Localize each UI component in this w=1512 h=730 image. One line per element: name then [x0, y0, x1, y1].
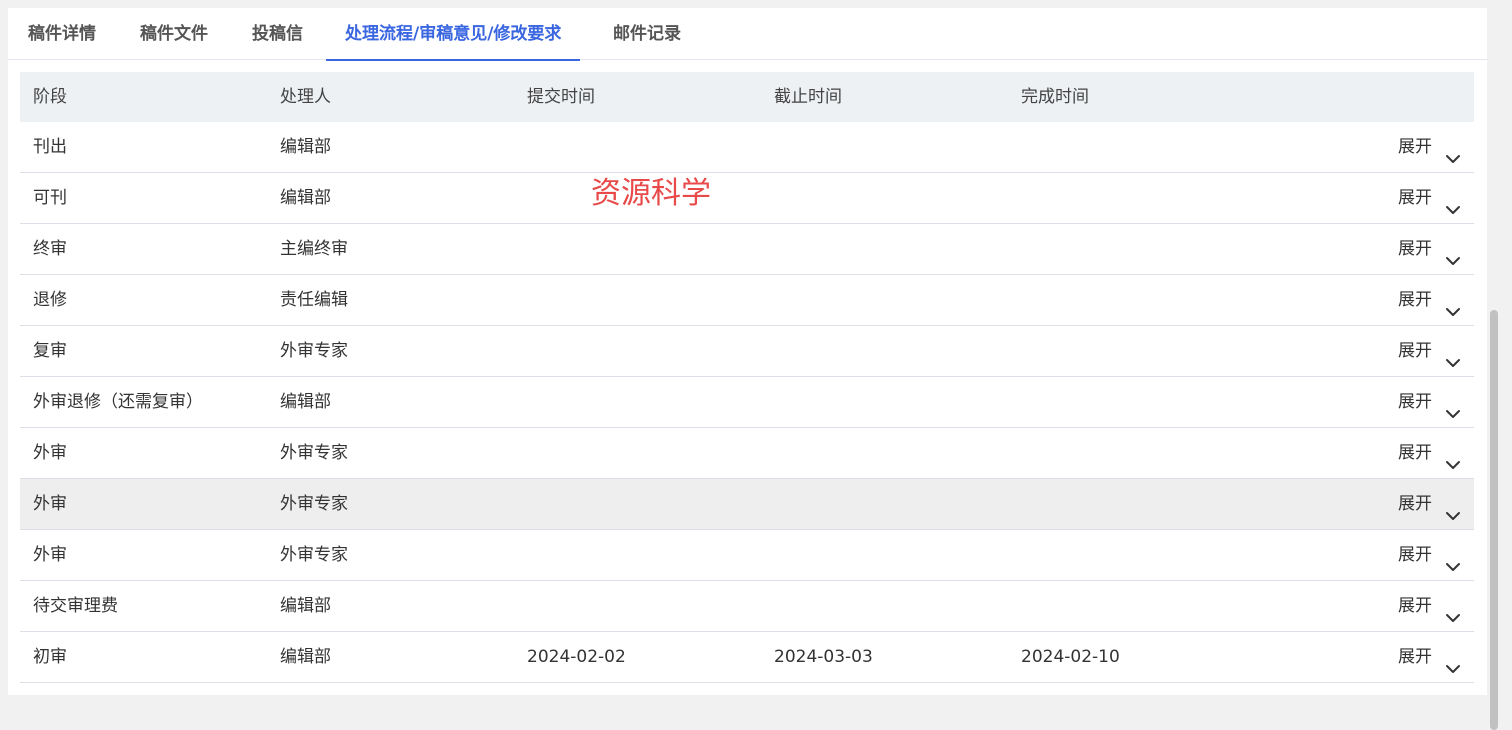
expand-button[interactable]: 展开	[1398, 122, 1462, 172]
cell-handler: 外审专家	[280, 494, 348, 514]
tab-process-review[interactable]: 处理流程/审稿意见/修改要求	[325, 8, 581, 61]
cell-stage: 外审退修（还需复审）	[33, 392, 203, 412]
chevron-down-icon	[1444, 342, 1462, 367]
table-row[interactable]: 外审 外审专家 展开	[20, 479, 1474, 530]
expand-button[interactable]: 展开	[1398, 326, 1462, 376]
cell-handler: 主编终审	[280, 239, 348, 259]
tab-bar: 稿件详情 稿件文件 投稿信 处理流程/审稿意见/修改要求 邮件记录	[8, 8, 1487, 61]
header-completed: 完成时间	[1021, 87, 1089, 107]
vertical-scrollbar[interactable]	[1490, 310, 1498, 730]
table-row[interactable]: 可刊 编辑部 展开	[20, 173, 1474, 224]
chevron-down-icon	[1444, 495, 1462, 520]
cell-handler: 编辑部	[280, 188, 331, 208]
expand-button[interactable]: 展开	[1398, 581, 1462, 631]
cell-stage: 可刊	[33, 188, 67, 208]
cell-handler: 外审专家	[280, 341, 348, 361]
expand-label: 展开	[1398, 545, 1432, 565]
manuscript-panel: 稿件详情 稿件文件 投稿信 处理流程/审稿意见/修改要求 邮件记录 阶段 处理人…	[8, 8, 1487, 695]
table-row[interactable]: 外审退修（还需复审） 编辑部 展开	[20, 377, 1474, 428]
header-deadline: 截止时间	[774, 87, 842, 107]
table-row[interactable]: 外审 外审专家 展开	[20, 530, 1474, 581]
chevron-down-icon	[1444, 597, 1462, 622]
expand-label: 展开	[1398, 443, 1432, 463]
process-table: 阶段 处理人 提交时间 截止时间 完成时间 刊出 编辑部 展开 可刊 编辑部 展开 终审 主编…	[20, 72, 1474, 683]
table-header: 阶段 处理人 提交时间 截止时间 完成时间	[20, 72, 1474, 122]
expand-label: 展开	[1398, 239, 1432, 259]
expand-button[interactable]: 展开	[1398, 275, 1462, 325]
table-row[interactable]: 终审 主编终审 展开	[20, 224, 1474, 275]
table-row[interactable]: 初审 编辑部 2024-02-02 2024-03-03 2024-02-10 展开	[20, 632, 1474, 683]
cell-handler: 编辑部	[280, 647, 331, 667]
table-row[interactable]: 待交审理费 编辑部 展开	[20, 581, 1474, 632]
header-submitted: 提交时间	[527, 87, 595, 107]
chevron-down-icon	[1444, 546, 1462, 571]
expand-label: 展开	[1398, 392, 1432, 412]
chevron-down-icon	[1444, 444, 1462, 469]
cell-stage: 退修	[33, 290, 67, 310]
chevron-down-icon	[1444, 648, 1462, 673]
chevron-down-icon	[1444, 189, 1462, 214]
cell-stage: 刊出	[33, 137, 67, 157]
expand-button[interactable]: 展开	[1398, 530, 1462, 580]
cell-stage: 终审	[33, 239, 67, 259]
expand-button[interactable]: 展开	[1398, 479, 1462, 529]
cell-deadline: 2024-03-03	[774, 647, 873, 667]
cell-handler: 编辑部	[280, 137, 331, 157]
cell-handler: 外审专家	[280, 545, 348, 565]
cell-handler: 责任编辑	[280, 290, 348, 310]
chevron-down-icon	[1444, 291, 1462, 316]
header-stage: 阶段	[33, 87, 67, 107]
expand-button[interactable]: 展开	[1398, 224, 1462, 274]
expand-label: 展开	[1398, 137, 1432, 157]
table-row[interactable]: 刊出 编辑部 展开	[20, 122, 1474, 173]
header-handler: 处理人	[280, 87, 331, 107]
cell-stage: 外审	[33, 443, 67, 463]
expand-button[interactable]: 展开	[1398, 377, 1462, 427]
cell-stage: 初审	[33, 647, 67, 667]
expand-button[interactable]: 展开	[1398, 173, 1462, 223]
table-row[interactable]: 复审 外审专家 展开	[20, 326, 1474, 377]
cell-stage: 复审	[33, 341, 67, 361]
tab-manuscript-files[interactable]: 稿件文件	[140, 8, 208, 60]
cell-stage: 外审	[33, 494, 67, 514]
tab-cover-letter[interactable]: 投稿信	[252, 8, 303, 60]
expand-label: 展开	[1398, 188, 1432, 208]
tab-manuscript-details[interactable]: 稿件详情	[28, 8, 96, 60]
chevron-down-icon	[1444, 240, 1462, 265]
tab-email-records[interactable]: 邮件记录	[613, 8, 681, 60]
expand-label: 展开	[1398, 647, 1432, 667]
expand-label: 展开	[1398, 596, 1432, 616]
expand-button[interactable]: 展开	[1398, 632, 1462, 682]
chevron-down-icon	[1444, 393, 1462, 418]
cell-completed: 2024-02-10	[1021, 647, 1120, 667]
cell-stage: 外审	[33, 545, 67, 565]
cell-stage: 待交审理费	[33, 596, 118, 616]
cell-submitted: 2024-02-02	[527, 647, 626, 667]
cell-handler: 编辑部	[280, 596, 331, 616]
table-row[interactable]: 外审 外审专家 展开	[20, 428, 1474, 479]
cell-handler: 外审专家	[280, 443, 348, 463]
chevron-down-icon	[1444, 138, 1462, 163]
cell-handler: 编辑部	[280, 392, 331, 412]
expand-label: 展开	[1398, 341, 1432, 361]
expand-label: 展开	[1398, 290, 1432, 310]
expand-button[interactable]: 展开	[1398, 428, 1462, 478]
table-row[interactable]: 退修 责任编辑 展开	[20, 275, 1474, 326]
expand-label: 展开	[1398, 494, 1432, 514]
table-body: 刊出 编辑部 展开 可刊 编辑部 展开 终审 主编终审 展开 退修 责任编辑 展开 复审 外审专家 展开 外审…	[20, 122, 1474, 683]
